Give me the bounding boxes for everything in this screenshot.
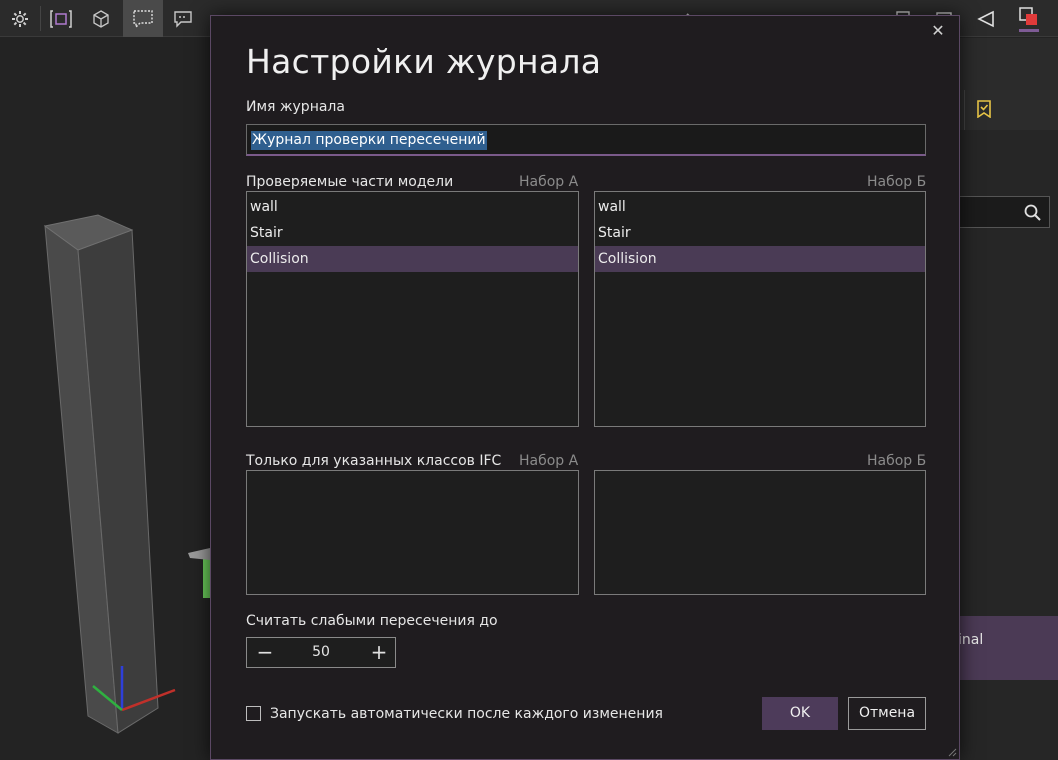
bookmark-check-icon[interactable]	[976, 100, 992, 118]
auto-run-label: Запускать автоматически после каждого из…	[270, 706, 663, 722]
journal-name-input[interactable]: Журнал проверки пересечений	[246, 124, 926, 156]
cube-icon[interactable]	[81, 0, 121, 37]
weak-threshold-label: Считать слабыми пересечения до	[246, 613, 498, 629]
list-item[interactable]: Stair	[247, 220, 578, 246]
panel-header	[958, 38, 1058, 90]
weak-threshold-value[interactable]: 50	[287, 638, 355, 667]
right-side-panel: inal	[958, 38, 1058, 760]
increment-button[interactable]: +	[363, 638, 395, 667]
cancel-button[interactable]: Отмена	[848, 697, 926, 730]
set-a-label: Набор А	[519, 174, 579, 190]
list-item[interactable]: wall	[247, 194, 578, 220]
dialog-title: Настройки журнала	[246, 42, 602, 81]
ok-button[interactable]: OK	[762, 697, 838, 730]
frame-select-icon[interactable]	[41, 0, 81, 37]
model-parts-label: Проверяемые части модели	[246, 174, 454, 190]
auto-run-checkbox[interactable]	[246, 706, 261, 721]
panel-body	[958, 130, 1058, 190]
gear-icon[interactable]	[0, 0, 40, 37]
close-button[interactable]: ✕	[927, 20, 949, 42]
list-item-selected[interactable]: Collision	[247, 246, 578, 272]
decrement-button[interactable]: −	[249, 638, 281, 667]
app-window: inal ✕ Настройки журнала Имя журнала Жур…	[0, 0, 1058, 760]
search-icon[interactable]	[1023, 203, 1043, 223]
color-fill-icon[interactable]	[1008, 0, 1050, 37]
set-b-parts-list[interactable]: wall Stair Collision	[594, 191, 926, 427]
journal-name-label: Имя журнала	[246, 99, 345, 115]
set-a-parts-list[interactable]: wall Stair Collision	[246, 191, 579, 427]
list-item[interactable]: wall	[595, 194, 925, 220]
list-item-label: inal	[958, 632, 984, 648]
set-b-label: Набор Б	[867, 174, 927, 190]
ifc-set-a-list[interactable]	[246, 470, 579, 595]
ifc-set-b-list[interactable]	[594, 470, 926, 595]
resize-grip-icon[interactable]	[947, 747, 957, 757]
weak-threshold-stepper[interactable]: − 50 +	[246, 637, 396, 668]
list-item-selected[interactable]: Collision	[595, 246, 925, 272]
search-input[interactable]	[958, 196, 1050, 228]
journal-settings-dialog: ✕ Настройки журнала Имя журнала Журнал п…	[210, 15, 960, 760]
ifc-set-b-label: Набор Б	[867, 453, 927, 469]
ifc-set-a-label: Набор А	[519, 453, 579, 469]
ifc-classes-label: Только для указанных классов IFC	[246, 453, 502, 469]
comment-icon[interactable]	[123, 0, 163, 37]
list-item[interactable]: inal	[958, 616, 1058, 680]
list-item[interactable]: Stair	[595, 220, 925, 246]
panel-tabs	[958, 90, 1058, 130]
journal-name-value: Журнал проверки пересечений	[251, 131, 487, 150]
comment-alt-icon[interactable]	[163, 0, 203, 37]
triangle-left-icon[interactable]	[966, 0, 1006, 37]
